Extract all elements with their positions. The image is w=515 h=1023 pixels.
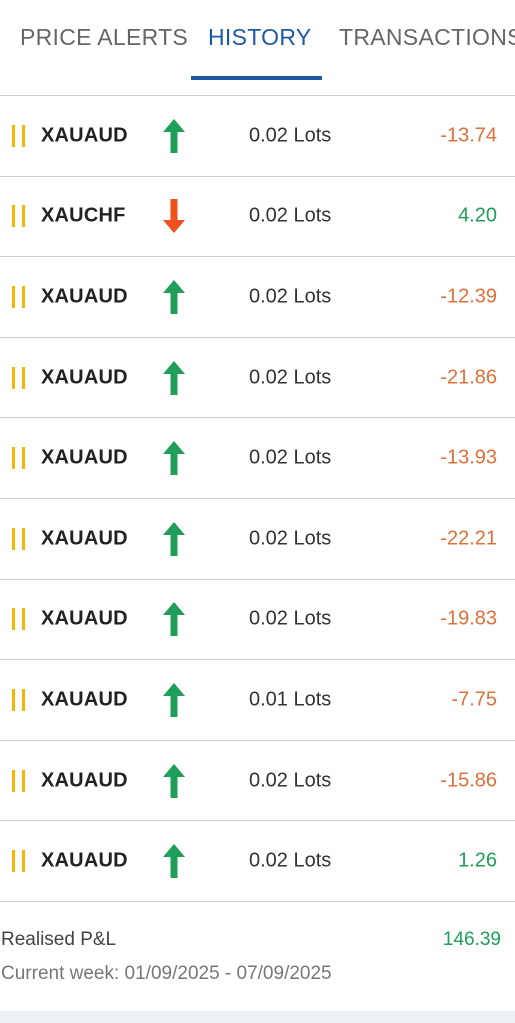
pause-icon	[12, 850, 28, 873]
tab-transactions[interactable]: TRANSACTIONS	[339, 22, 515, 52]
history-row[interactable]: XAUAUD 0.02 Lots -15.86	[0, 741, 515, 822]
lot-size: 0.02 Lots	[249, 124, 332, 147]
lot-size: 0.02 Lots	[249, 366, 332, 389]
up-arrow-icon	[162, 601, 186, 637]
symbol-label: XAUAUD	[41, 366, 128, 389]
pause-icon	[12, 124, 28, 147]
symbol-label: XAUAUD	[41, 527, 128, 550]
up-arrow-icon	[162, 521, 186, 557]
symbol-label: XAUAUD	[41, 446, 128, 469]
up-arrow-icon	[162, 843, 186, 879]
tab-price-alerts[interactable]: PRICE ALERTS	[20, 22, 188, 52]
lot-size: 0.02 Lots	[249, 849, 332, 872]
active-tab-indicator	[191, 76, 322, 80]
pause-icon	[12, 366, 28, 389]
history-row[interactable]: XAUAUD 0.01 Lots -7.75	[0, 660, 515, 741]
symbol-label: XAUAUD	[41, 688, 128, 711]
pause-icon	[12, 285, 28, 308]
up-arrow-icon	[162, 360, 186, 396]
lot-size: 0.02 Lots	[249, 285, 332, 308]
pnl-value: 4.20	[458, 204, 497, 227]
lot-size: 0.02 Lots	[249, 204, 332, 227]
symbol-label: XAUAUD	[41, 124, 128, 147]
symbol-label: XAUAUD	[41, 849, 128, 872]
bottom-edge	[0, 1011, 515, 1023]
pause-icon	[12, 769, 28, 792]
pause-icon	[12, 688, 28, 711]
pnl-value: -21.86	[440, 366, 497, 389]
history-row[interactable]: XAUAUD 0.02 Lots -12.39	[0, 257, 515, 338]
lot-size: 0.01 Lots	[249, 688, 332, 711]
symbol-label: XAUAUD	[41, 285, 128, 308]
history-row[interactable]: XAUAUD 0.02 Lots 1.26	[0, 821, 515, 902]
history-row[interactable]: XAUAUD 0.02 Lots -19.83	[0, 580, 515, 661]
pnl-value: -22.21	[440, 527, 497, 550]
up-arrow-icon	[162, 440, 186, 476]
symbol-label: XAUCHF	[41, 204, 126, 227]
pause-icon	[12, 447, 28, 470]
lot-size: 0.02 Lots	[249, 527, 332, 550]
pause-icon	[12, 608, 28, 631]
history-row[interactable]: XAUCHF 0.02 Lots 4.20	[0, 177, 515, 258]
current-week-range: Current week: 01/09/2025 - 07/09/2025	[1, 963, 332, 984]
pnl-value: -12.39	[440, 285, 497, 308]
up-arrow-icon	[162, 682, 186, 718]
pause-icon	[12, 527, 28, 550]
up-arrow-icon	[162, 763, 186, 799]
lot-size: 0.02 Lots	[249, 607, 332, 630]
summary-footer: Realised P&L 146.39 Current week: 01/09/…	[0, 903, 515, 1023]
lot-size: 0.02 Lots	[249, 446, 332, 469]
pnl-value: -7.75	[451, 688, 497, 711]
history-row[interactable]: XAUAUD 0.02 Lots -13.93	[0, 418, 515, 499]
down-arrow-icon	[162, 198, 186, 234]
pause-icon	[12, 205, 28, 228]
history-row[interactable]: XAUAUD 0.02 Lots -21.86	[0, 338, 515, 419]
history-row[interactable]: XAUAUD 0.02 Lots -13.74	[0, 96, 515, 177]
pnl-value: -13.74	[440, 124, 497, 147]
tab-history[interactable]: HISTORY	[208, 22, 312, 52]
history-row[interactable]: XAUAUD 0.02 Lots -22.21	[0, 499, 515, 580]
lot-size: 0.02 Lots	[249, 769, 332, 792]
pnl-value: -13.93	[440, 446, 497, 469]
up-arrow-icon	[162, 118, 186, 154]
symbol-label: XAUAUD	[41, 769, 128, 792]
realised-pnl-value: 146.39	[442, 929, 501, 950]
symbol-label: XAUAUD	[41, 607, 128, 630]
pnl-value: -19.83	[440, 607, 497, 630]
history-list: XAUAUD 0.02 Lots -13.74 XAUCHF 0.02 Lots 4.20…	[0, 96, 515, 902]
up-arrow-icon	[162, 279, 186, 315]
pnl-value: -15.86	[440, 769, 497, 792]
pnl-value: 1.26	[458, 849, 497, 872]
tab-bar: PRICE ALERTS HISTORY TRANSACTIONS	[0, 0, 515, 82]
realised-pnl-label: Realised P&L	[1, 929, 117, 950]
